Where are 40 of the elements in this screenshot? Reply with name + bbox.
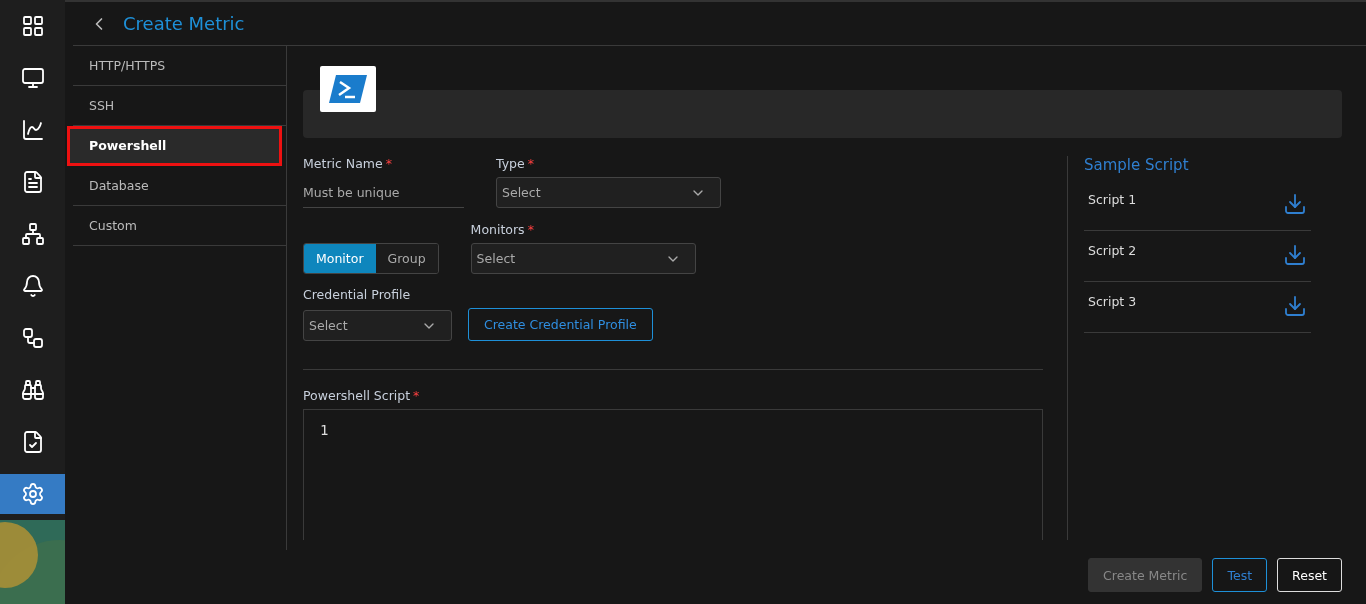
download-button[interactable] [1283, 192, 1307, 216]
field-label: Monitors * [470, 222, 535, 237]
code-editor[interactable]: 1 [303, 409, 1043, 540]
binoculars-icon [20, 378, 45, 402]
script-name: Script 2 [1088, 243, 1137, 258]
toggle-option[interactable]: Monitor [304, 244, 376, 273]
section-title: Sample Script [1084, 156, 1190, 174]
toggle-option[interactable]: Group [375, 244, 438, 273]
create-credential-profile-button[interactable]: Create Credential Profile [468, 308, 653, 341]
download-icon [1283, 192, 1307, 216]
field-label: Metric Name * [303, 156, 393, 171]
monitor-icon [20, 66, 45, 90]
download-button[interactable] [1283, 294, 1307, 318]
action-button[interactable]: Test [1212, 558, 1268, 592]
script-name: Script 3 [1088, 294, 1137, 309]
field-label: Type * [496, 156, 535, 171]
type-select[interactable]: Select [496, 177, 721, 208]
line-number: 1 [320, 422, 329, 438]
credential-profile-select[interactable]: Select [303, 310, 452, 341]
hierarchy-icon [20, 326, 45, 350]
download-icon [1283, 243, 1307, 267]
category-item[interactable]: Powershell [67, 126, 282, 166]
category-item[interactable]: Custom [73, 206, 286, 246]
field-label: Powershell Script * [303, 388, 421, 403]
field-label: Credential Profile [303, 287, 412, 302]
page-title: Create Metric [123, 13, 245, 34]
settings-icon [20, 482, 45, 506]
metric-name-input[interactable]: Must be unique [303, 177, 464, 208]
category-item[interactable]: HTTP/HTTPS [73, 46, 286, 86]
network-icon [20, 222, 45, 246]
download-icon [1283, 294, 1307, 318]
script-name: Script 1 [1088, 192, 1137, 207]
grid-icon [20, 14, 45, 38]
download-button[interactable] [1283, 243, 1307, 267]
category-item[interactable]: Database [73, 166, 286, 206]
action-button[interactable]: Reset [1277, 558, 1342, 592]
terminal-prompt-icon [328, 74, 368, 104]
bell-icon [20, 274, 45, 298]
chart-icon [20, 118, 45, 142]
monitors-select[interactable]: Select [470, 243, 696, 274]
